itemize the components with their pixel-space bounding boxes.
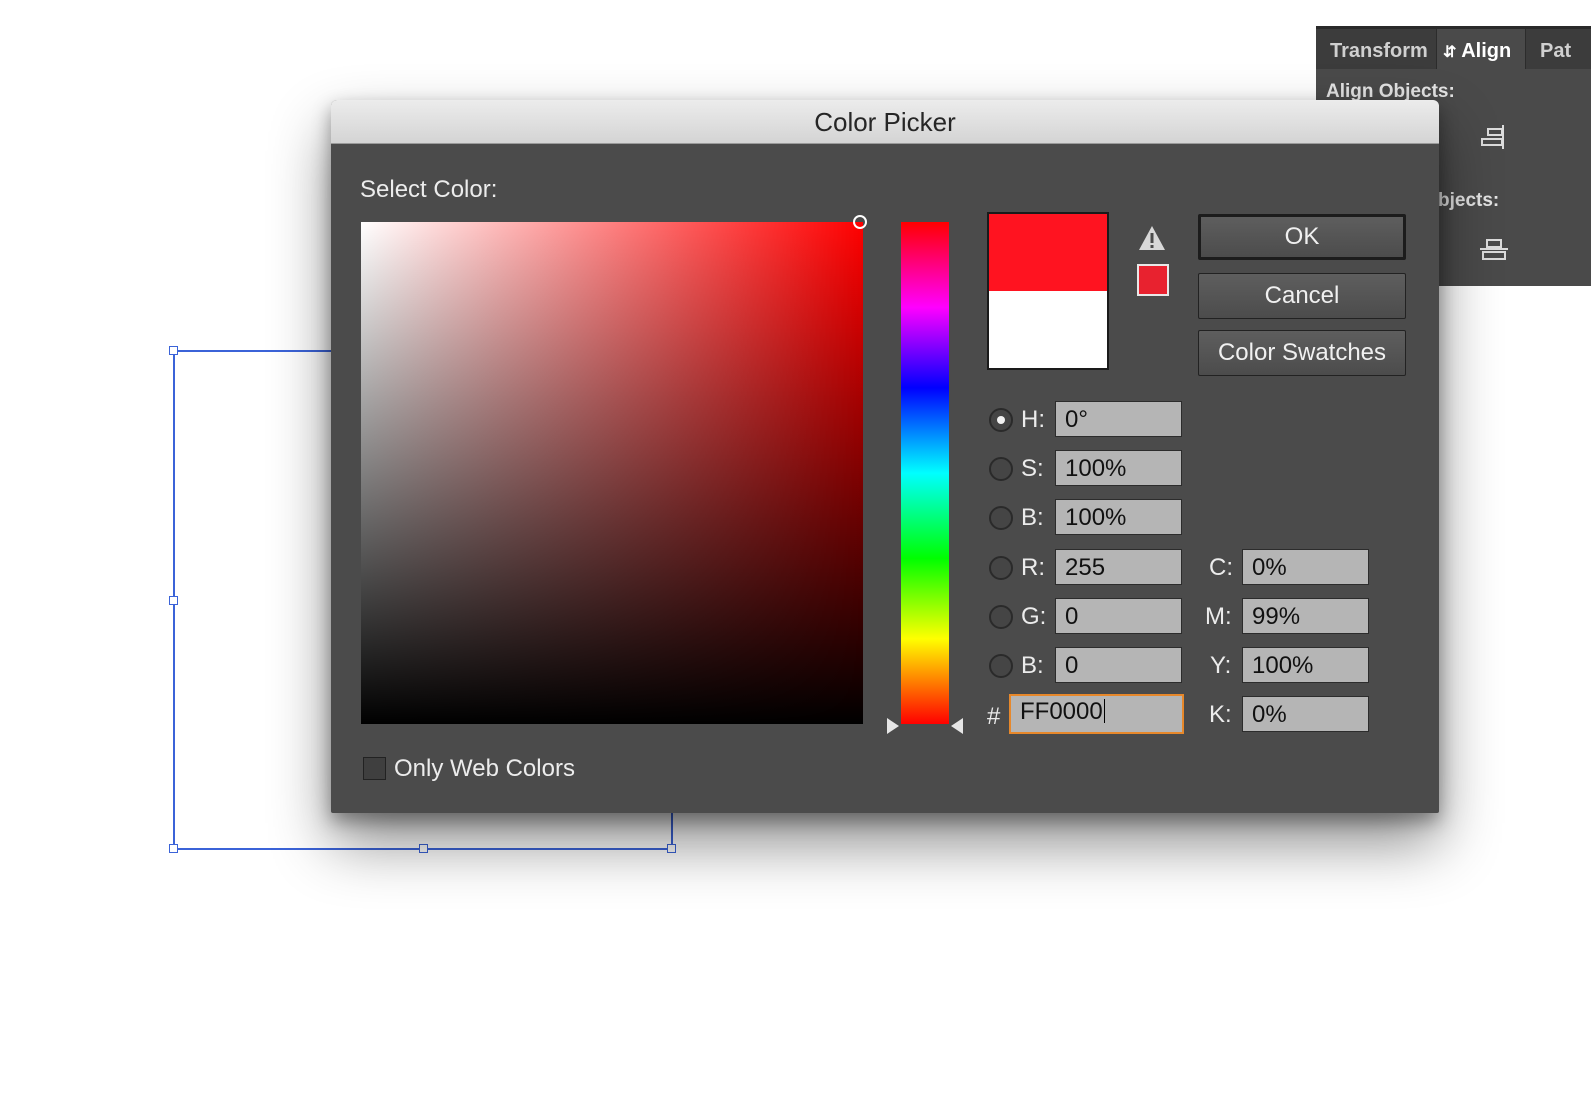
black-input[interactable]: 0% — [1242, 696, 1369, 732]
radio-brightness[interactable] — [989, 506, 1013, 530]
radio-saturation[interactable] — [989, 457, 1013, 481]
selection-handle-bottom-right[interactable] — [667, 844, 676, 853]
yellow-input[interactable]: 100% — [1242, 647, 1369, 683]
color-selector-marker[interactable] — [853, 215, 867, 229]
ok-button[interactable]: OK — [1198, 214, 1406, 260]
hue-slider-right-arrow[interactable] — [951, 718, 963, 734]
distribute-center-icon[interactable] — [1478, 235, 1510, 263]
tab-align-label: Align — [1461, 40, 1512, 62]
radio-blue[interactable] — [989, 654, 1013, 678]
hue-slider-left-arrow[interactable] — [887, 718, 899, 734]
tab-align[interactable]: ⇵ Align — [1436, 29, 1527, 69]
hue-slider[interactable] — [901, 222, 949, 724]
brightness-label: B: — [1021, 504, 1044, 531]
hex-label: # — [987, 703, 1001, 730]
yellow-label: Y: — [1210, 652, 1232, 679]
tab-transform[interactable]: Transform — [1316, 29, 1442, 69]
red-input[interactable]: 255 — [1055, 549, 1182, 585]
radio-green[interactable] — [989, 605, 1013, 629]
new-color-swatch — [989, 214, 1107, 291]
color-swatches-button[interactable]: Color Swatches — [1198, 330, 1406, 376]
out-of-gamut-warning-icon[interactable] — [1137, 224, 1167, 252]
radio-hue[interactable] — [989, 408, 1013, 432]
hue-label: H: — [1021, 406, 1045, 433]
hue-input[interactable]: 0° — [1055, 401, 1182, 437]
radio-red[interactable] — [989, 556, 1013, 580]
blue-input[interactable]: 0 — [1055, 647, 1182, 683]
tab-stepper-icon: ⇵ — [1443, 44, 1457, 61]
selection-handle-bottom-left[interactable] — [169, 844, 178, 853]
cyan-label: C: — [1209, 554, 1233, 581]
saturation-label: S: — [1021, 455, 1044, 482]
distribute-objects-label: bjects: — [1438, 190, 1500, 211]
panel-tab-bar: Transform ⇵ Align Pat — [1316, 29, 1591, 69]
text-cursor — [1103, 699, 1106, 723]
hex-input[interactable]: FF0000 — [1009, 694, 1184, 734]
only-web-colors-checkbox[interactable] — [363, 757, 386, 780]
color-preview — [987, 212, 1109, 370]
tab-pathfinder[interactable]: Pat — [1526, 29, 1585, 69]
blue-label: B: — [1021, 652, 1044, 679]
green-input[interactable]: 0 — [1055, 598, 1182, 634]
brightness-input[interactable]: 100% — [1055, 499, 1182, 535]
black-label: K: — [1209, 701, 1232, 728]
selection-handle-bottom-center[interactable] — [419, 844, 428, 853]
cyan-input[interactable]: 0% — [1242, 549, 1369, 585]
red-label: R: — [1021, 554, 1045, 581]
dialog-title[interactable]: Color Picker — [331, 100, 1439, 144]
selection-handle-middle-left[interactable] — [169, 596, 178, 605]
align-right-icon[interactable] — [1480, 123, 1508, 151]
gamut-correction-swatch[interactable] — [1137, 264, 1169, 296]
magenta-label: M: — [1205, 603, 1232, 630]
cancel-button[interactable]: Cancel — [1198, 273, 1406, 319]
select-color-label: Select Color: — [360, 176, 498, 203]
hex-value: FF0000 — [1020, 698, 1103, 725]
saturation-brightness-field[interactable] — [361, 215, 867, 724]
green-label: G: — [1021, 603, 1047, 630]
selection-handle-top-left[interactable] — [169, 346, 178, 355]
color-picker-dialog: Color Picker Select Color: OK Cancel Col… — [331, 100, 1439, 813]
only-web-colors-label[interactable]: Only Web Colors — [394, 755, 575, 783]
magenta-input[interactable]: 99% — [1242, 598, 1369, 634]
saturation-input[interactable]: 100% — [1055, 450, 1182, 486]
current-color-swatch[interactable] — [989, 291, 1107, 368]
